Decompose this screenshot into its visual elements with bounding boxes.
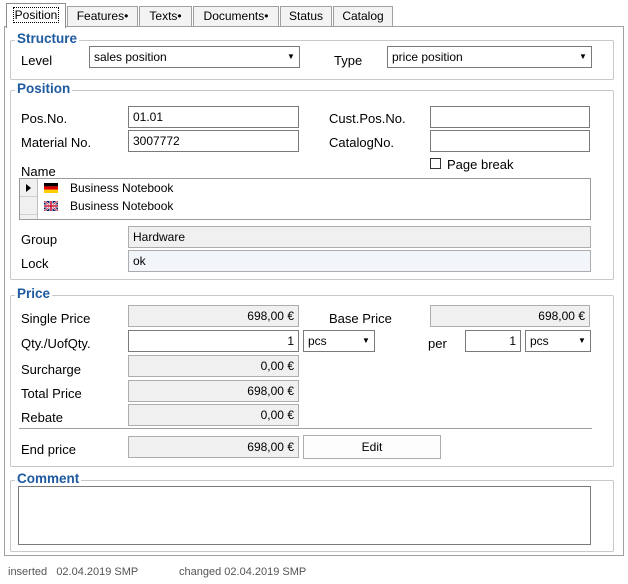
rebate-label: Rebate [21, 410, 63, 425]
name-grid[interactable]: Business Notebook Business Notebook [19, 178, 591, 220]
level-select-value: sales position [94, 50, 167, 64]
base-price-label: Base Price [329, 311, 392, 326]
group-field[interactable]: Hardware [128, 226, 591, 248]
per-unit-value: pcs [530, 334, 549, 348]
total-price-label: Total Price [21, 386, 82, 401]
cust-pos-no-label: Cust.Pos.No. [329, 111, 406, 126]
total-price-field[interactable]: 698,00 € [128, 380, 299, 402]
gb-flag-icon [44, 201, 58, 211]
page-break-label: Page break [447, 157, 514, 172]
page-break-checkbox[interactable] [430, 158, 441, 169]
grid-row[interactable]: Business Notebook [20, 197, 590, 215]
per-label: per [428, 336, 447, 351]
lock-label: Lock [21, 256, 49, 271]
inserted-value: 02.04.2019 SMP [56, 566, 139, 578]
type-select[interactable]: price position ▼ [387, 46, 592, 68]
level-select[interactable]: sales position ▼ [89, 46, 300, 68]
type-label: Type [334, 53, 363, 68]
inserted-info: inserted 02.04.2019 SMP [8, 565, 138, 579]
material-no-input[interactable]: 3007772 [128, 130, 299, 152]
group-label: Group [21, 232, 58, 247]
de-flag-icon [44, 183, 58, 193]
edit-button[interactable]: Edit [303, 435, 441, 459]
chevron-down-icon[interactable]: ▼ [575, 47, 591, 67]
end-price-field[interactable]: 698,00 € [128, 436, 299, 458]
catalog-no-input[interactable] [430, 130, 590, 152]
qty-label: Qty./UofQty. [21, 336, 91, 351]
pos-no-label: Pos.No. [21, 111, 68, 126]
catalog-no-label: CatalogNo. [329, 135, 395, 150]
base-price-field[interactable]: 698,00 € [430, 305, 590, 327]
name-text: Business Notebook [70, 181, 174, 195]
changed-info: changed 02.04.2019 SMP [179, 565, 306, 579]
chevron-down-icon[interactable]: ▼ [358, 331, 374, 351]
price-separator [19, 428, 592, 430]
qty-unit-value: pcs [308, 334, 327, 348]
grid-row[interactable]: Business Notebook [20, 179, 590, 197]
end-price-label: End price [21, 442, 76, 457]
changed-label: changed [179, 566, 222, 578]
per-unit-select[interactable]: pcs ▼ [525, 330, 591, 352]
comment-textarea[interactable] [18, 486, 591, 545]
tab-texts[interactable]: Texts• [139, 6, 192, 27]
type-select-value: price position [392, 50, 463, 64]
material-no-label: Material No. [21, 135, 92, 150]
lock-field[interactable]: ok [128, 250, 591, 272]
per-input[interactable]: 1 [465, 330, 521, 352]
chevron-down-icon[interactable]: ▼ [283, 47, 299, 67]
tab-features[interactable]: Features• [67, 6, 138, 27]
surcharge-field[interactable]: 0,00 € [128, 355, 299, 377]
row-selector[interactable] [20, 197, 38, 215]
structure-legend: Structure [15, 31, 80, 47]
pos-no-input[interactable]: 01.01 [128, 106, 299, 128]
surcharge-label: Surcharge [21, 362, 81, 377]
row-selector[interactable] [20, 215, 38, 219]
tab-status[interactable]: Status [280, 6, 332, 27]
price-legend: Price [15, 286, 53, 302]
rebate-field[interactable]: 0,00 € [128, 404, 299, 426]
tab-catalog[interactable]: Catalog [333, 6, 393, 27]
row-selector[interactable] [20, 179, 38, 197]
name-text: Business Notebook [70, 199, 174, 213]
inserted-label: inserted [8, 566, 48, 578]
tab-documents[interactable]: Documents• [193, 6, 279, 27]
single-price-field[interactable]: 698,00 € [128, 305, 299, 327]
cust-pos-no-input[interactable] [430, 106, 590, 128]
changed-value: 02.04.2019 SMP [224, 566, 307, 578]
tab-position[interactable]: Position [6, 3, 66, 28]
grid-row-partial [20, 215, 590, 219]
row-pointer-icon [26, 184, 31, 192]
position-legend: Position [15, 81, 73, 97]
tab-bar: Position Features• Texts• Documents• Sta… [0, 0, 628, 28]
qty-input[interactable]: 1 [128, 330, 299, 352]
single-price-label: Single Price [21, 311, 91, 326]
comment-legend: Comment [15, 471, 82, 487]
qty-unit-select[interactable]: pcs ▼ [303, 330, 375, 352]
level-label: Level [21, 53, 53, 68]
chevron-down-icon[interactable]: ▼ [574, 331, 590, 351]
